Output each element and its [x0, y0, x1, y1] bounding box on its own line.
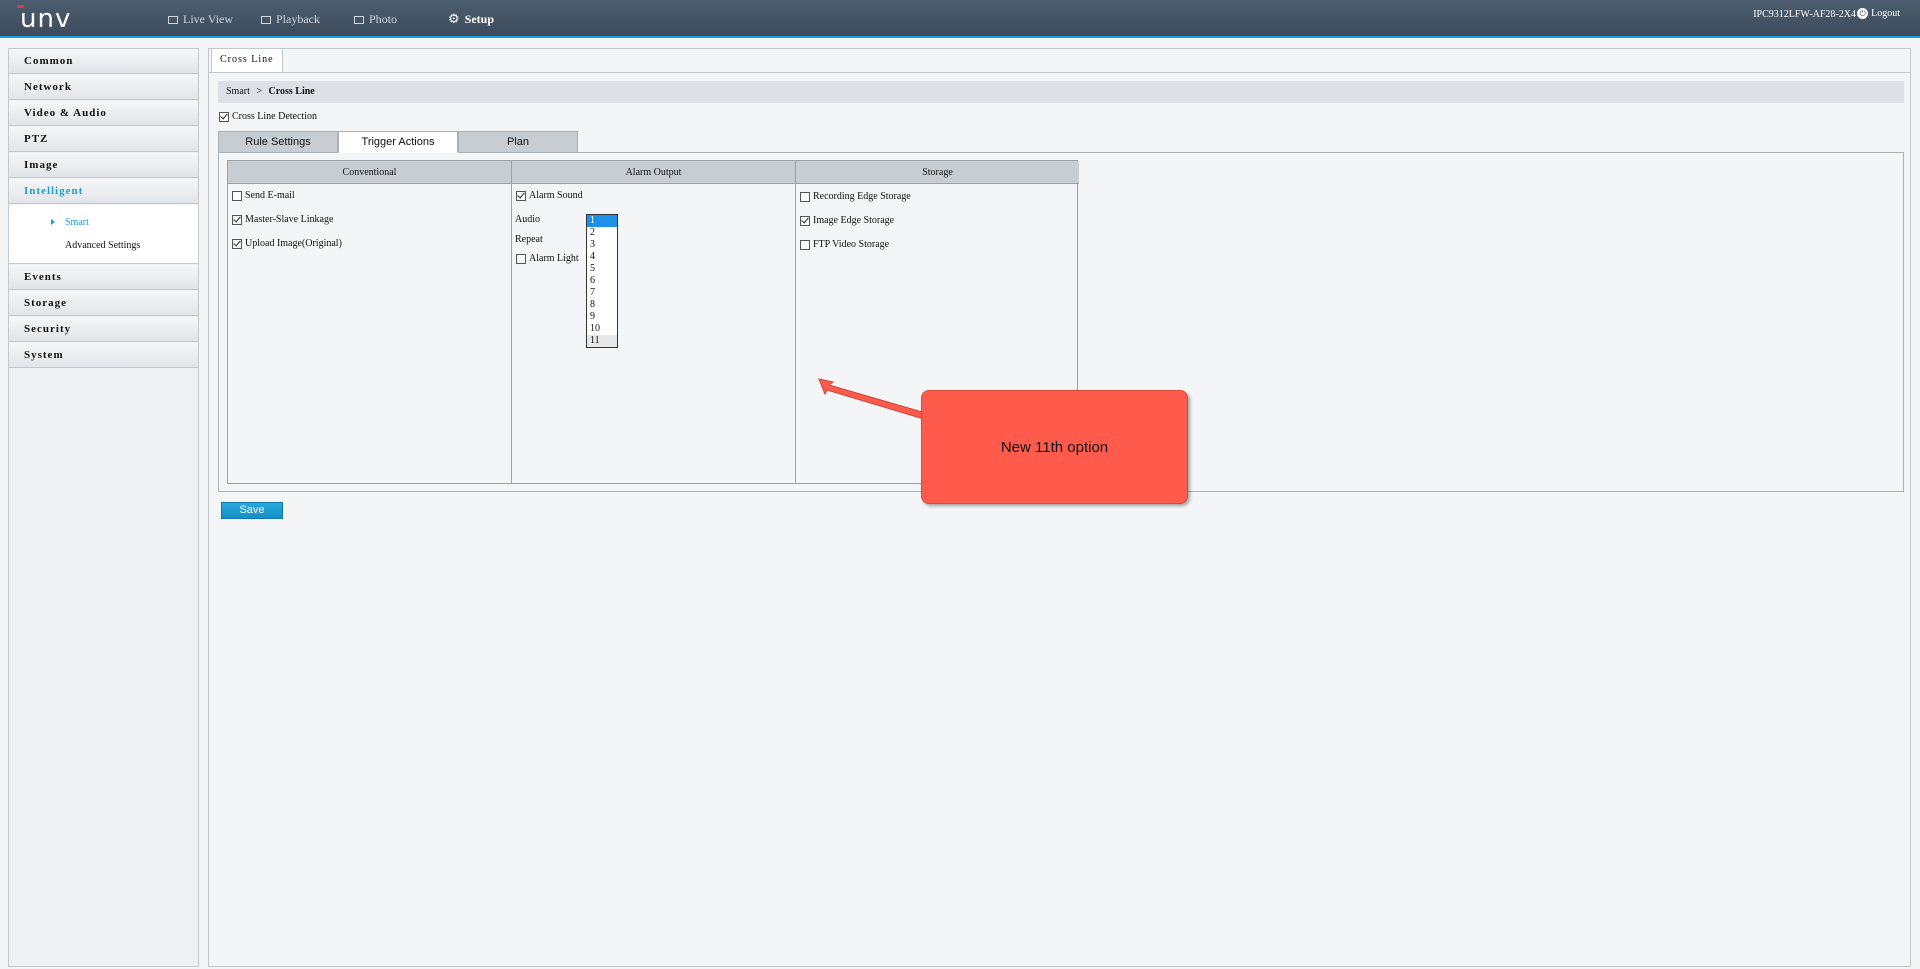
audio-option[interactable]: 3 [587, 239, 617, 251]
alarm-light-checkbox[interactable] [516, 253, 526, 264]
alarm-sound-checkbox[interactable] [516, 190, 526, 201]
conventional-header: Conventional [228, 161, 511, 184]
sidebar-item-network[interactable]: Network [9, 75, 198, 100]
recording-edge-storage-label: Recording Edge Storage [813, 191, 911, 202]
image-edge-storage-label: Image Edge Storage [813, 215, 895, 226]
cross-line-detection-toggle[interactable]: Cross Line Detection [219, 111, 317, 122]
audio-option[interactable]: 10 [587, 323, 617, 335]
send-email-option[interactable]: Send E-mail [232, 190, 295, 201]
tab-plan[interactable]: Plan [458, 131, 578, 153]
sidebar-item-video-audio[interactable]: Video & Audio [9, 101, 198, 126]
audio-option[interactable]: 5 [587, 263, 617, 275]
nav-setup-label: Setup [464, 12, 494, 26]
nav-active-indicator [437, 36, 530, 38]
nav-live-view[interactable]: Live View [168, 12, 233, 27]
tab-trigger-actions[interactable]: Trigger Actions [338, 131, 458, 153]
audio-row: Audio [515, 214, 540, 225]
photo-icon [354, 15, 364, 24]
nav-playback[interactable]: Playback [261, 12, 320, 27]
send-email-checkbox[interactable] [232, 190, 242, 201]
audio-option[interactable]: 6 [587, 275, 617, 287]
breadcrumb-parent[interactable]: Smart [226, 86, 250, 97]
sidebar-subitem-smart-label: Smart [65, 217, 89, 228]
nav-playback-label: Playback [276, 12, 320, 26]
audio-option[interactable]: 2 [587, 227, 617, 239]
cross-line-detection-checkbox[interactable] [219, 111, 229, 122]
nav-photo-label: Photo [369, 12, 398, 26]
conventional-column: Conventional Send E-mail Master-Slave Li… [228, 161, 512, 483]
recording-edge-storage-checkbox[interactable] [800, 191, 810, 202]
monitor-icon [168, 15, 178, 24]
breadcrumb-separator: > [256, 86, 263, 97]
repeat-label: Repeat [515, 234, 543, 245]
recording-edge-storage-option[interactable]: Recording Edge Storage [800, 191, 911, 202]
master-slave-label: Master-Slave Linkage [245, 214, 334, 225]
audio-dropdown-list[interactable]: 1 2 3 4 5 6 7 8 9 10 11 [586, 214, 618, 348]
sidebar-item-intelligent[interactable]: Intelligent [9, 179, 198, 204]
send-email-label: Send E-mail [245, 190, 295, 201]
logout-label: Logout [1871, 8, 1900, 19]
sidebar-item-events[interactable]: Events [9, 265, 198, 290]
device-name: IPC9312LFW-AF28-2X4 [1753, 9, 1856, 20]
page-tab-cross-line[interactable]: Cross Line [211, 49, 283, 73]
nav-live-view-label: Live View [183, 12, 234, 26]
master-slave-option[interactable]: Master-Slave Linkage [232, 214, 333, 225]
alarm-light-option[interactable]: Alarm Light [516, 253, 579, 264]
audio-option[interactable]: 1 [587, 215, 617, 227]
cross-line-detection-label: Cross Line Detection [232, 111, 317, 122]
sidebar-item-ptz[interactable]: PTZ [9, 127, 198, 152]
main-content: Cross Line Smart > Cross Line Cross Line… [208, 48, 1911, 967]
alarm-sound-option[interactable]: Alarm Sound [516, 190, 583, 201]
power-icon: ⏻ [1857, 8, 1869, 19]
nav-photo[interactable]: Photo [354, 12, 397, 27]
sidebar-subitem-smart[interactable]: Smart [9, 213, 198, 236]
top-bar: unv Live View Playback Photo ⚙ Setup IPC… [0, 0, 1920, 38]
audio-option[interactable]: 11 [587, 335, 617, 347]
alarm-output-column: Alarm Output Alarm Sound Audio Repeat Al… [512, 161, 796, 483]
save-button[interactable]: Save [221, 502, 283, 519]
audio-option[interactable]: 4 [587, 251, 617, 263]
alarm-output-header: Alarm Output [512, 161, 795, 184]
annotation-callout: New 11th option [921, 390, 1188, 504]
sidebar: Common Network Video & Audio PTZ Image I… [8, 48, 199, 967]
alarm-sound-label: Alarm Sound [529, 190, 583, 201]
ftp-video-storage-option[interactable]: FTP Video Storage [800, 239, 889, 250]
upload-image-option[interactable]: Upload Image(Original) [232, 238, 342, 249]
breadcrumb-current: Cross Line [268, 86, 315, 97]
sidebar-item-system[interactable]: System [9, 343, 198, 368]
tab-rule-settings[interactable]: Rule Settings [218, 131, 338, 153]
audio-option[interactable]: 8 [587, 299, 617, 311]
gear-icon: ⚙ [448, 12, 460, 27]
audio-option[interactable]: 9 [587, 311, 617, 323]
breadcrumb: Smart > Cross Line [218, 81, 1904, 103]
logo: unv [20, 4, 72, 34]
sidebar-subitem-advanced-settings[interactable]: Advanced Settings [9, 236, 198, 259]
intelligent-submenu: Smart Advanced Settings [9, 205, 198, 264]
sidebar-item-image[interactable]: Image [9, 153, 198, 178]
upload-image-checkbox[interactable] [232, 238, 242, 249]
ftp-video-storage-label: FTP Video Storage [813, 239, 890, 250]
sidebar-item-storage[interactable]: Storage [9, 291, 198, 316]
page-tab-divider [209, 72, 1910, 73]
arrow-right-icon [51, 219, 55, 225]
image-edge-storage-option[interactable]: Image Edge Storage [800, 215, 894, 226]
audio-option[interactable]: 7 [587, 287, 617, 299]
upload-image-label: Upload Image(Original) [245, 238, 342, 249]
storage-header: Storage [796, 161, 1079, 184]
master-slave-checkbox[interactable] [232, 214, 242, 225]
film-icon [261, 15, 271, 24]
trigger-tabs: Rule Settings Trigger Actions Plan [218, 131, 578, 153]
image-edge-storage-checkbox[interactable] [800, 215, 810, 226]
ftp-video-storage-checkbox[interactable] [800, 239, 810, 250]
repeat-row: Repeat [515, 234, 543, 245]
alarm-light-label: Alarm Light [529, 253, 579, 264]
sidebar-item-security[interactable]: Security [9, 317, 198, 342]
sidebar-item-common[interactable]: Common [9, 49, 198, 74]
audio-label: Audio [515, 214, 540, 225]
logout-button[interactable]: ⏻ Logout [1857, 8, 1900, 19]
nav-setup[interactable]: ⚙ Setup [448, 12, 494, 27]
